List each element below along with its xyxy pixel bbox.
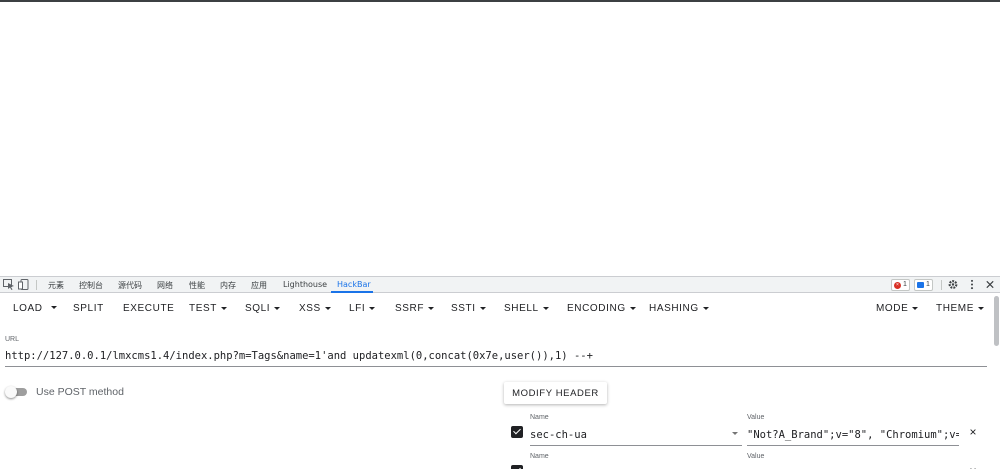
load-options-caret-icon[interactable] <box>51 306 57 309</box>
shell-menu[interactable]: SHELL <box>504 303 549 314</box>
header-enabled-checkbox[interactable] <box>511 426 523 438</box>
error-count-badge[interactable]: × 1 <box>891 279 910 291</box>
kebab-menu-icon[interactable] <box>966 279 978 290</box>
test-menu[interactable]: TEST <box>189 303 227 314</box>
chevron-down-icon[interactable] <box>732 432 738 435</box>
url-field-label: URL <box>5 336 20 343</box>
browser-page-content <box>0 0 1000 276</box>
header-name-label: Name <box>530 453 549 460</box>
header-value-label: Value <box>747 414 765 421</box>
tab-lighthouse[interactable]: Lighthouse <box>283 280 327 289</box>
modify-header-button[interactable]: MODIFY HEADER <box>504 382 607 404</box>
mode-menu[interactable]: MODE <box>876 303 918 314</box>
active-tab-indicator <box>331 291 373 293</box>
lfi-menu[interactable]: LFI <box>349 303 375 314</box>
post-method-label: Use POST method <box>36 386 124 398</box>
tab-network[interactable]: 网络 <box>157 280 173 291</box>
url-input-underline <box>5 366 987 367</box>
header-value-input[interactable]: "Not?A_Brand";v="8", "Chromium";v="108" <box>747 429 959 441</box>
error-icon: × <box>894 281 901 289</box>
inspect-element-icon[interactable] <box>3 279 15 290</box>
message-count-badge[interactable]: 1 <box>914 279 933 291</box>
remove-header-close-icon[interactable]: × <box>967 465 979 469</box>
sqli-menu[interactable]: SQLI <box>245 303 280 314</box>
tab-application[interactable]: 应用 <box>251 280 267 291</box>
split-button[interactable]: SPLIT <box>73 303 104 314</box>
header-value-label: Value <box>747 453 765 460</box>
tab-hackbar[interactable]: HackBar <box>337 280 371 289</box>
ssti-menu[interactable]: SSTI <box>451 303 486 314</box>
gear-icon[interactable] <box>947 279 959 290</box>
header-name-label: Name <box>530 414 549 421</box>
encoding-menu[interactable]: ENCODING <box>567 303 636 314</box>
header-row: Name sec-ch-ua Value "Not?A_Brand";v="8"… <box>504 412 994 448</box>
theme-menu[interactable]: THEME <box>936 303 984 314</box>
post-method-toggle[interactable] <box>5 386 29 398</box>
device-toggle-icon[interactable] <box>18 279 30 290</box>
tab-sources[interactable]: 源代码 <box>118 280 142 291</box>
ssrf-menu[interactable]: SSRF <box>395 303 434 314</box>
tab-memory[interactable]: 内存 <box>220 280 236 291</box>
url-input[interactable]: http://127.0.0.1/lmxcms1.4/index.php?m=T… <box>5 350 987 362</box>
xss-menu[interactable]: XSS <box>299 303 331 314</box>
devtools-tab-strip: 元素 控制台 源代码 网络 性能 内存 应用 Lighthouse HackBa… <box>0 276 1000 293</box>
load-button[interactable]: LOAD <box>13 303 43 314</box>
header-enabled-checkbox[interactable] <box>511 465 523 469</box>
tab-elements[interactable]: 元素 <box>48 280 64 291</box>
hashing-menu[interactable]: HASHING <box>649 303 709 314</box>
panel-scrollbar[interactable] <box>994 296 999 346</box>
execute-button[interactable]: EXECUTE <box>123 303 174 314</box>
tab-performance[interactable]: 性能 <box>189 280 205 291</box>
header-name-input[interactable]: sec-ch-ua <box>530 429 587 441</box>
close-icon[interactable] <box>984 279 996 290</box>
remove-header-close-icon[interactable]: × <box>967 426 979 438</box>
message-icon <box>917 282 924 288</box>
header-row: Name Value × <box>504 451 994 469</box>
hackbar-toolbar: LOAD SPLIT EXECUTE TEST SQLI XSS LFI SSR… <box>0 294 1000 324</box>
tab-console[interactable]: 控制台 <box>79 280 103 291</box>
devtools-panel: 元素 控制台 源代码 网络 性能 内存 应用 Lighthouse HackBa… <box>0 276 1000 469</box>
